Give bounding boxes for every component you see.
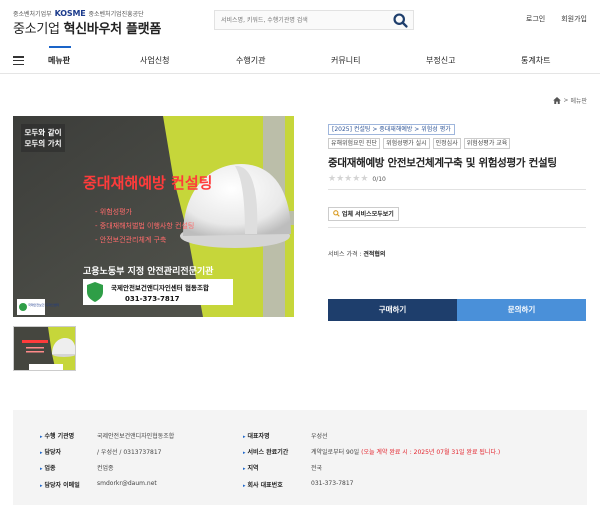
search-input[interactable] <box>221 14 381 27</box>
search-box <box>214 10 414 30</box>
top-links: 로그인 회원가입 <box>526 14 587 24</box>
keyword-tag[interactable]: 위험성평가 교육 <box>463 138 511 149</box>
image-slogan-2: 모두의 가치 <box>24 138 61 148</box>
image-bullet-2: - 중대재해처벌법 이행사항 컨설팅 <box>95 221 194 230</box>
product-thumbnail[interactable] <box>13 326 76 371</box>
divider <box>328 227 586 228</box>
buy-button[interactable]: 구매하기 <box>328 299 457 321</box>
nav-item-agencies[interactable]: 수행기관 <box>236 55 265 66</box>
breadcrumb: > 메뉴판 <box>553 96 587 105</box>
login-link[interactable]: 로그인 <box>526 14 545 24</box>
logo-top[interactable]: 중소벤처기업부 KOSME 중소벤처기업진흥공단 <box>13 9 144 18</box>
site-title-bold: 혁신바우처 플랫폼 <box>63 22 161 37</box>
nav-item-apply[interactable]: 사업신청 <box>140 55 169 66</box>
image-org-phone: 031-373-7817 <box>125 295 180 303</box>
site-title-light: 중소기업 <box>13 22 60 37</box>
star-icon: ★ <box>360 174 368 184</box>
product-image: 모두와 같이 모두의 가치 중대재해예방 컨설팅 - 위험성평가 - 중대재해처… <box>13 116 294 317</box>
star-icon: ★ <box>336 174 344 184</box>
inquiry-button[interactable]: 문의하기 <box>457 299 586 321</box>
nav-item-report[interactable]: 부정신고 <box>426 55 455 66</box>
product-info: [2025] 컨설팅 > 중대재해예방 > 위험성 평가 유해위험요인 진단 위… <box>328 116 586 258</box>
kosme-logo: KOSME <box>54 9 86 18</box>
product-title: 중대재해예방 안전보건체계구축 및 위험성평가 컨설팅 <box>328 157 557 169</box>
kosme-sub-label: 중소벤처기업진흥공단 <box>88 11 144 18</box>
action-buttons: 구매하기 문의하기 <box>328 299 586 321</box>
magnifier-icon <box>333 210 340 217</box>
view-all-services-button[interactable]: 업체 서비스모두보기 <box>328 206 399 221</box>
product-image-art: 모두와 같이 모두의 가치 중대재해예방 컨설팅 - 위험성평가 - 중대재해처… <box>13 116 294 317</box>
rating: ★ ★ ★ ★ ★ 0/10 <box>328 174 586 184</box>
header: 중소벤처기업부 KOSME 중소벤처기업진흥공단 중소기업 혁신바우처 플랫폼 … <box>0 0 600 46</box>
breadcrumb-separator: > <box>563 97 569 104</box>
view-all-services-label: 업체 서비스모두보기 <box>342 211 394 218</box>
provider-details: 수행 기관명 국제안전보건앤디자인협동조합 담당자 / 우성선 / 031373… <box>13 410 587 505</box>
rating-score: 0/10 <box>372 175 386 183</box>
image-bullet-3: - 안전보건관리체계 구축 <box>95 235 167 244</box>
nav-item-community[interactable]: 커뮤니티 <box>331 55 360 66</box>
star-icon: ★ <box>328 174 336 184</box>
completion-note: (오늘 계약 완료 시 : 2025년 07월 31일 완료 됩니다.) <box>361 449 501 456</box>
price-value: 견적협의 <box>363 251 386 258</box>
image-bullet-1: - 위험성평가 <box>95 207 133 216</box>
category-tag[interactable]: [2025] 컨설팅 > 중대재해예방 > 위험성 평가 <box>328 124 455 135</box>
image-headline: 중대재해예방 컨설팅 <box>83 174 212 192</box>
home-icon[interactable] <box>553 97 562 104</box>
image-corner-badge: 국제안전보건 디자인센터 <box>28 302 60 307</box>
image-org-name: 국제안전보건앤디자인센터 협동조합 <box>111 283 209 292</box>
image-slogan-1: 모두와 같이 <box>24 127 61 137</box>
star-icon: ★ <box>344 174 352 184</box>
keyword-tag[interactable]: 인정심사 <box>432 138 461 149</box>
nav-item-menu[interactable]: 메뉴판 <box>48 55 70 66</box>
image-org-line: 고용노동부 지정 안전관리전문기관 <box>83 265 214 277</box>
agency-label: 중소벤처기업부 <box>13 11 52 18</box>
main-nav: 메뉴판 사업신청 수행기관 커뮤니티 부정신고 통계차트 <box>0 46 600 74</box>
site-title[interactable]: 중소기업 혁신바우처 플랫폼 <box>13 18 161 37</box>
signup-link[interactable]: 회원가입 <box>561 14 587 24</box>
price: 서비스 가격 : 견적협의 <box>328 249 586 258</box>
nav-active-indicator <box>49 46 71 48</box>
keyword-tag[interactable]: 유해위험요인 진단 <box>328 138 381 149</box>
thumbnail-art <box>14 327 75 370</box>
keyword-tags: 유해위험요인 진단 위험성평가 실시 인정심사 위험성평가 교육 <box>328 138 586 149</box>
search-icon[interactable] <box>392 12 409 29</box>
star-icon: ★ <box>352 174 360 184</box>
hamburger-menu-icon[interactable] <box>13 56 24 66</box>
price-label: 서비스 가격 : <box>328 251 362 258</box>
keyword-tag[interactable]: 위험성평가 실시 <box>383 138 430 149</box>
nav-item-stats[interactable]: 통계차트 <box>521 55 550 66</box>
divider <box>328 189 586 190</box>
breadcrumb-current[interactable]: 메뉴판 <box>570 96 587 105</box>
